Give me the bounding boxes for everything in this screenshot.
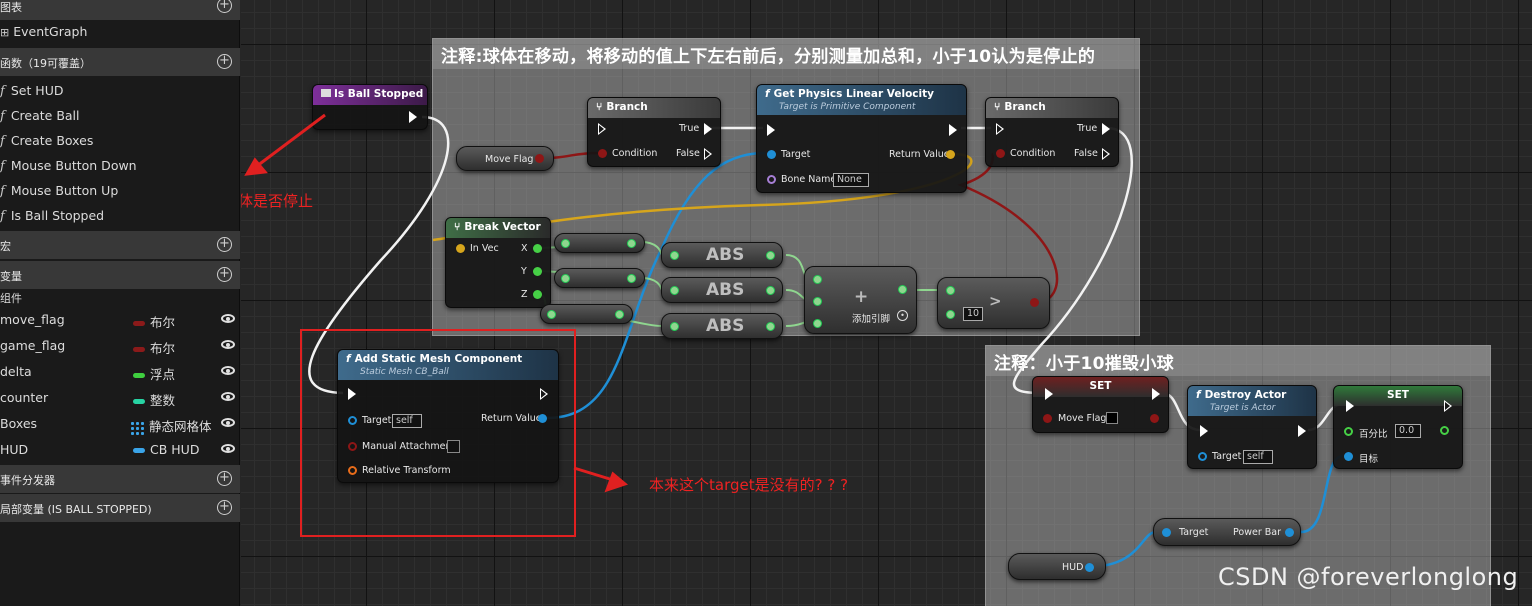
function-label: Create Boxes (10, 133, 94, 148)
functions-header-label: 函数（19可覆盖） (0, 57, 91, 70)
variable-name: HUD (0, 442, 29, 457)
my-blueprint-panel: 图表 + ⊞ EventGraph 函数（19可覆盖） + f Set HUD fC… (0, 0, 240, 606)
annotation-arrows (244, 113, 629, 537)
local-variables-section-header[interactable]: 局部变量 (IS BALL STOPPED) + (0, 494, 240, 522)
annotation-target-text: 本来这个target是没有的? ? ? (649, 476, 849, 494)
function-label: Is Ball Stopped (10, 208, 105, 223)
event-graph-icon: ⊞ (0, 26, 10, 39)
variables-section-header[interactable]: 变量 + (0, 261, 240, 289)
dispatchers-header-label: 事件分发器 (0, 474, 55, 487)
variable-type: 静态网格体 (130, 416, 212, 435)
function-icon: f (0, 209, 5, 224)
visibility-eye-icon[interactable] (221, 366, 235, 375)
functions-section-header[interactable]: 函数（19可覆盖） + (0, 48, 240, 76)
variable-type-label: 布尔 (150, 341, 176, 356)
annotation-arrow-ball (256, 113, 326, 168)
macros-section-header[interactable]: 宏 + (0, 231, 240, 259)
annotation-box-add-mesh (300, 329, 576, 537)
visibility-eye-icon[interactable] (221, 314, 235, 323)
function-icon: f (0, 84, 5, 99)
function-label: Mouse Button Up (10, 183, 119, 198)
variable-row-game-flag[interactable]: game_flag 布尔 (0, 335, 240, 359)
variable-name: delta (0, 364, 32, 379)
graphs-header-label: 图表 (0, 1, 22, 14)
function-item-create-ball[interactable]: f Create Ball (0, 108, 80, 124)
components-label: 组件 (0, 292, 22, 305)
function-label: Set HUD (10, 83, 64, 98)
variable-type-label: 浮点 (150, 367, 176, 382)
variable-type-label: CB HUD (150, 442, 200, 457)
visibility-eye-icon[interactable] (221, 418, 235, 427)
variable-row-delta[interactable]: delta 浮点 (0, 361, 240, 385)
function-item-mouse-button-down[interactable]: f Mouse Button Down (0, 158, 137, 174)
function-label: Mouse Button Down (10, 158, 137, 173)
variable-row-hud[interactable]: HUD CB HUD (0, 439, 240, 463)
graphs-section-header[interactable]: 图表 + (0, 0, 240, 20)
local-variables-header-label: 局部变量 (IS BALL STOPPED) (0, 503, 152, 516)
add-macro-icon[interactable]: + (217, 237, 232, 252)
variable-type-label: 布尔 (150, 315, 176, 330)
visibility-eye-icon[interactable] (221, 444, 235, 453)
variable-row-boxes[interactable]: Boxes 静态网格体 (0, 413, 240, 437)
add-dispatcher-icon[interactable]: + (217, 471, 232, 486)
add-graph-icon[interactable]: + (217, 0, 232, 13)
function-icon: f (0, 159, 5, 174)
variable-row-move-flag[interactable]: move_flag 布尔 (0, 309, 240, 333)
function-item-create-boxes[interactable]: f Create Boxes (0, 133, 93, 149)
annotation-arrow-target (573, 466, 614, 482)
add-variable-icon[interactable]: + (217, 267, 232, 282)
variables-header-label: 变量 (0, 270, 22, 283)
variable-name: game_flag (0, 338, 66, 353)
array-grid-icon (130, 420, 144, 435)
macros-header-label: 宏 (0, 240, 11, 253)
annotation-arrowhead-target (604, 471, 629, 493)
annotation-ball-stopped-text: 检测球体是否停止 (241, 192, 314, 210)
event-graph-item[interactable]: ⊞ EventGraph (0, 24, 87, 39)
variable-type: 整数 (133, 390, 175, 409)
variable-name: Boxes (0, 416, 38, 431)
variable-type: 浮点 (133, 364, 175, 383)
function-icon: f (0, 134, 5, 149)
add-function-icon[interactable]: + (217, 54, 232, 69)
visibility-eye-icon[interactable] (221, 340, 235, 349)
function-item-mouse-button-up[interactable]: f Mouse Button Up (0, 183, 118, 199)
dispatchers-section-header[interactable]: 事件分发器 + (0, 465, 240, 493)
variable-type-label: 整数 (150, 393, 176, 408)
variable-name: move_flag (0, 312, 65, 327)
variable-type-label: 静态网格体 (149, 419, 212, 434)
function-item-is-ball-stopped[interactable]: f Is Ball Stopped (0, 208, 104, 224)
function-label: Create Ball (10, 108, 80, 123)
function-icon: f (0, 109, 5, 124)
blueprint-graph-canvas[interactable]: 注释:球体在移动，将移动的值上下左右前后，分别测量加总和，小于10认为是停止的 … (241, 0, 1532, 606)
add-local-variable-icon[interactable]: + (217, 500, 232, 515)
variable-type: 布尔 (133, 338, 175, 357)
variable-type: 布尔 (133, 312, 175, 331)
variable-name: counter (0, 390, 49, 405)
variable-row-counter[interactable]: counter 整数 (0, 387, 240, 411)
variable-type: CB HUD (133, 442, 199, 457)
visibility-eye-icon[interactable] (221, 392, 235, 401)
event-graph-label: EventGraph (13, 24, 88, 39)
function-item-set-hud[interactable]: f Set HUD (0, 83, 64, 99)
function-icon: f (0, 184, 5, 199)
csdn-watermark: CSDN @foreverlonglong (1218, 563, 1519, 591)
